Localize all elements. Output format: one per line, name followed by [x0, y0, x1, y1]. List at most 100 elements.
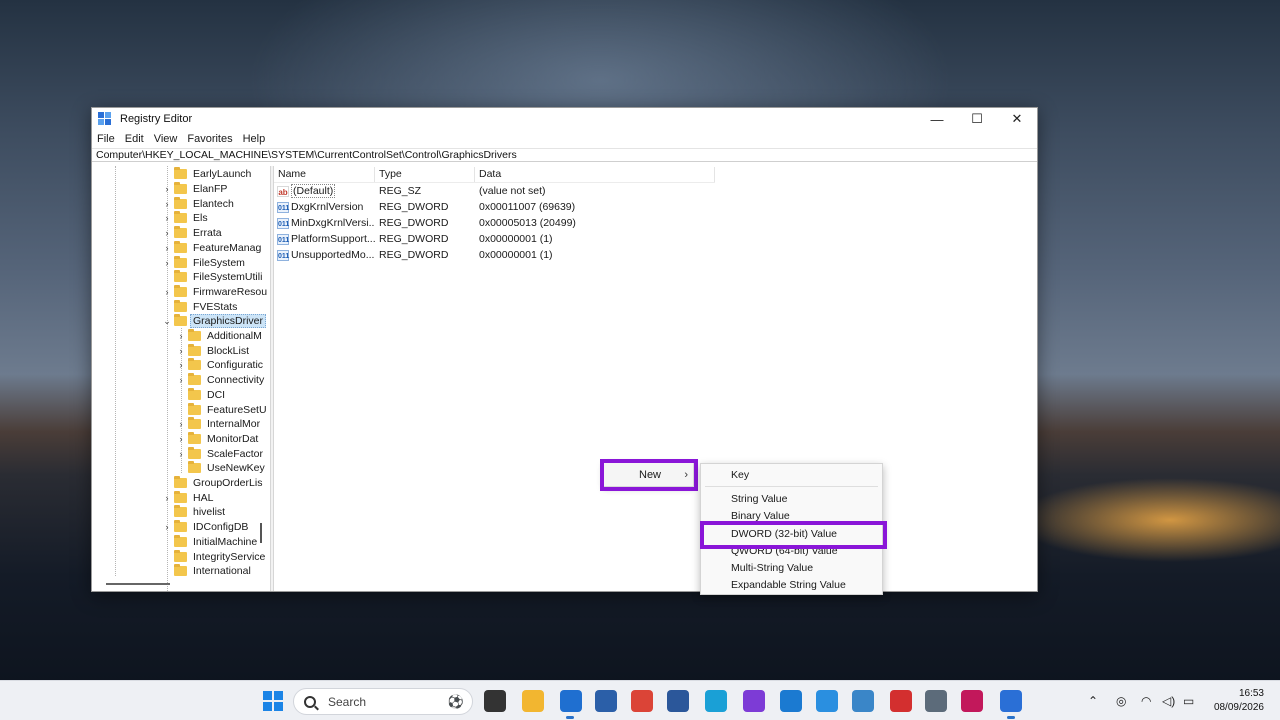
- clock[interactable]: 16:53 08/09/2026: [1214, 687, 1264, 715]
- tree-item[interactable]: › MonitorDat: [176, 431, 261, 447]
- value-row[interactable]: ab (Default) REG_SZ (value not set): [274, 183, 1037, 199]
- control-panel-icon[interactable]: [852, 690, 874, 712]
- menu-file[interactable]: File: [97, 133, 115, 145]
- tree-item[interactable]: › Elantech: [162, 196, 237, 211]
- chevron-right-icon[interactable]: ›: [162, 228, 172, 238]
- chevron-right-icon[interactable]: ›: [162, 258, 172, 268]
- title-bar[interactable]: Registry Editor — ☐ ✕: [92, 108, 1037, 130]
- context-menu-new[interactable]: New ›: [603, 462, 694, 487]
- tree-item[interactable]: › ScaleFactor: [176, 446, 266, 461]
- sync-icon[interactable]: [816, 690, 838, 712]
- chevron-right-icon[interactable]: ›: [162, 243, 172, 253]
- chevron-right-icon[interactable]: ›: [176, 419, 186, 429]
- tree-item[interactable]: › Connectivity: [176, 373, 267, 388]
- task-view-icon[interactable]: [484, 690, 506, 712]
- tree-item[interactable]: UseNewKey: [176, 461, 268, 476]
- edge-icon[interactable]: [705, 690, 727, 712]
- settings-icon[interactable]: [925, 690, 947, 712]
- maximize-button[interactable]: ☐: [957, 108, 997, 130]
- menu-favorites[interactable]: Favorites: [187, 133, 232, 145]
- app-icon[interactable]: [743, 690, 765, 712]
- chevron-right-icon[interactable]: ›: [162, 213, 172, 223]
- photos-icon[interactable]: [780, 690, 802, 712]
- chevron-right-icon[interactable]: ›: [162, 522, 172, 532]
- menu-help[interactable]: Help: [243, 133, 266, 145]
- battery-icon[interactable]: ▭: [1183, 681, 1194, 720]
- volume-icon[interactable]: ◁): [1162, 681, 1175, 720]
- tree-horizontal-scrollbar[interactable]: [106, 583, 170, 585]
- tree-item-label: IntegrityService: [193, 550, 266, 563]
- menu-item-string-value[interactable]: String Value: [731, 493, 787, 505]
- chevron-down-icon[interactable]: ⌄: [162, 316, 172, 327]
- word-icon[interactable]: [667, 690, 689, 712]
- snipping-tool-icon[interactable]: [961, 690, 983, 712]
- chevron-right-icon[interactable]: ›: [162, 493, 172, 503]
- menu-item-multi-string-value[interactable]: Multi-String Value: [731, 562, 813, 574]
- chevron-right-icon[interactable]: ›: [176, 331, 186, 341]
- value-row[interactable]: 011 MinDxgKrnlVersi... REG_DWORD 0x00005013…: [274, 215, 1037, 231]
- chevron-right-icon[interactable]: ›: [176, 434, 186, 444]
- tree-vertical-scrollbar[interactable]: [260, 523, 262, 543]
- tree-item[interactable]: GroupOrderLis: [162, 476, 265, 491]
- value-row[interactable]: 011 PlatformSupport... REG_DWORD 0x00000001…: [274, 231, 1037, 247]
- key-tree[interactable]: EarlyLaunch › ElanFP › Elantech › Els › Errata › F…: [92, 166, 271, 591]
- store-icon[interactable]: [595, 690, 617, 712]
- chevron-up-icon[interactable]: ⌃: [1088, 681, 1098, 720]
- menu-item-dword-value[interactable]: DWORD (32-bit) Value: [731, 528, 837, 540]
- menu-view[interactable]: View: [154, 133, 178, 145]
- tree-item[interactable]: › FeatureManag: [162, 240, 264, 256]
- menu-item-qword-value[interactable]: QWORD (64-bit) Value: [731, 545, 838, 557]
- tree-item[interactable]: DCI: [176, 387, 228, 403]
- values-list[interactable]: Name Type Data ab (Default) REG_SZ (value n…: [274, 166, 1037, 591]
- tree-item[interactable]: › ElanFP: [162, 182, 230, 197]
- chevron-right-icon[interactable]: ›: [162, 184, 172, 194]
- tree-item[interactable]: FileSystemUtili: [162, 270, 265, 285]
- menu-item-binary-value[interactable]: Binary Value: [731, 510, 790, 522]
- tree-item[interactable]: › AdditionalM: [176, 329, 265, 344]
- file-explorer-icon[interactable]: [522, 690, 544, 712]
- tree-item-label: UseNewKey: [207, 462, 265, 475]
- outlook-icon[interactable]: [560, 690, 582, 712]
- column-type-header[interactable]: Type: [375, 166, 475, 182]
- column-data-header[interactable]: Data: [475, 166, 715, 182]
- taskbar-search[interactable]: Search ⚽: [293, 688, 473, 715]
- tree-item[interactable]: › BlockList: [176, 343, 252, 358]
- tree-item[interactable]: › Els: [162, 211, 211, 226]
- tree-item[interactable]: EarlyLaunch: [162, 167, 254, 182]
- tree-item[interactable]: IntegrityService: [162, 549, 268, 564]
- tree-item[interactable]: › FileSystem: [162, 255, 248, 270]
- chevron-right-icon[interactable]: ›: [162, 199, 172, 209]
- acrobat-icon[interactable]: [890, 690, 912, 712]
- tree-item[interactable]: › Errata: [162, 226, 225, 241]
- windows-start-icon[interactable]: [262, 690, 284, 712]
- chevron-right-icon[interactable]: ›: [176, 449, 186, 459]
- menu-item-key[interactable]: Key: [731, 469, 749, 481]
- chevron-right-icon[interactable]: ›: [176, 360, 186, 370]
- tree-item[interactable]: ⌄ GraphicsDriver: [162, 314, 267, 329]
- notification-icon[interactable]: ◎: [1116, 681, 1126, 720]
- menu-edit[interactable]: Edit: [125, 133, 144, 145]
- tree-item[interactable]: International: [162, 564, 254, 579]
- chrome-icon[interactable]: [631, 690, 653, 712]
- tree-item[interactable]: › IDConfigDB: [162, 520, 251, 535]
- menu-item-expandable-string-value[interactable]: Expandable String Value: [731, 579, 846, 591]
- tree-item[interactable]: FeatureSetU: [176, 402, 270, 417]
- chevron-right-icon[interactable]: ›: [162, 287, 172, 297]
- tree-item[interactable]: hivelist: [162, 505, 228, 520]
- address-bar[interactable]: Computer\HKEY_LOCAL_MACHINE\SYSTEM\Curre…: [92, 148, 1037, 162]
- column-name-header[interactable]: Name: [274, 166, 375, 182]
- tree-item[interactable]: › HAL: [162, 490, 216, 505]
- minimize-button[interactable]: —: [917, 108, 957, 130]
- tree-item[interactable]: FVEStats: [162, 299, 240, 314]
- value-row[interactable]: 011 DxgKrnlVersion REG_DWORD 0x00011007 (69…: [274, 199, 1037, 215]
- chevron-right-icon[interactable]: ›: [176, 375, 186, 385]
- value-row[interactable]: 011 UnsupportedMo... REG_DWORD 0x00000001 (…: [274, 247, 1037, 263]
- tree-item[interactable]: InitialMachine: [162, 534, 260, 550]
- tree-item[interactable]: › Configuratic: [176, 358, 266, 373]
- tree-item[interactable]: › FirmwareResou: [162, 284, 270, 300]
- wifi-icon[interactable]: ◠: [1141, 681, 1151, 720]
- close-button[interactable]: ✕: [997, 108, 1037, 130]
- registry-editor-icon[interactable]: [1000, 690, 1022, 712]
- tree-item[interactable]: › InternalMor: [176, 417, 263, 432]
- chevron-right-icon[interactable]: ›: [176, 346, 186, 356]
